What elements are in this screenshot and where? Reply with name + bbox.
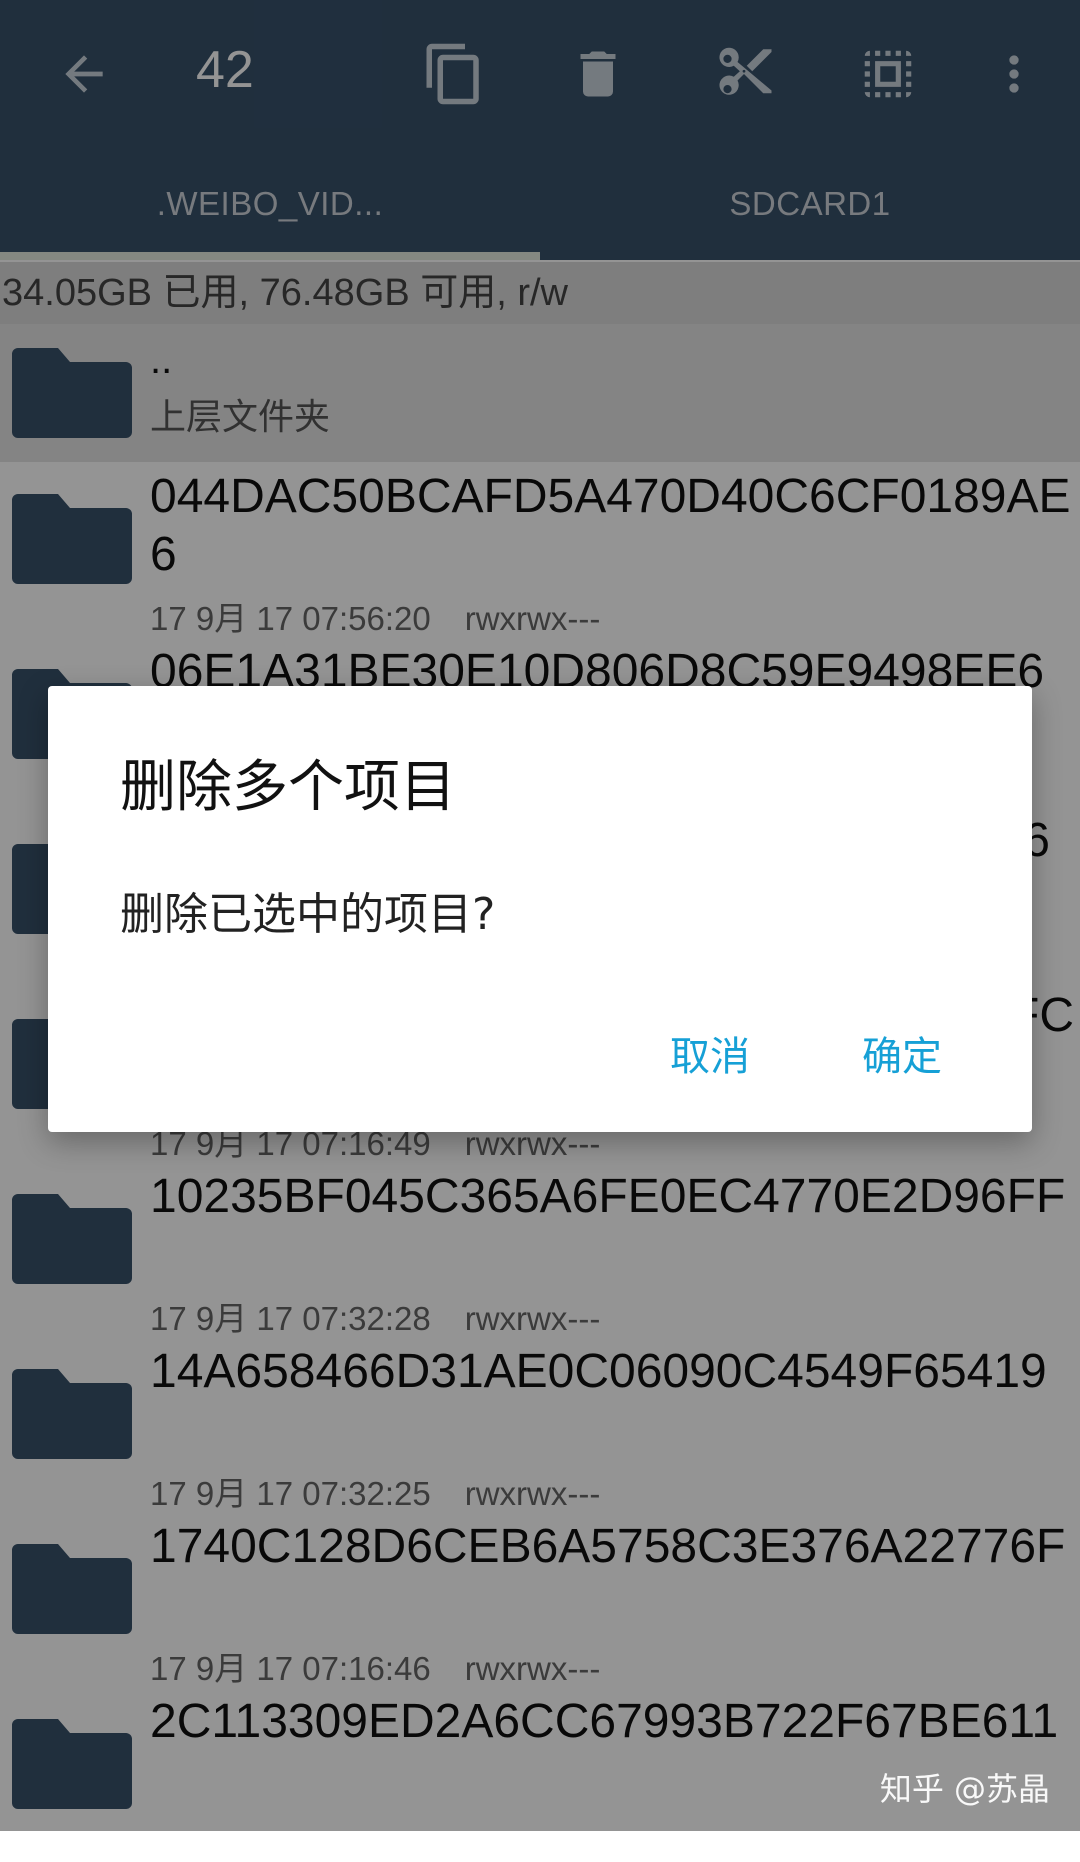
delete-confirm-dialog: 删除多个项目 删除已选中的项目? 取消 确定 (48, 686, 1032, 1132)
cancel-button[interactable]: 取消 (650, 1010, 770, 1096)
dialog-title: 删除多个项目 (120, 755, 456, 820)
confirm-button[interactable]: 确定 (842, 1010, 962, 1096)
dialog-message: 删除已选中的项目? (120, 889, 496, 940)
watermark: 知乎 @苏晶 (879, 1770, 1050, 1808)
